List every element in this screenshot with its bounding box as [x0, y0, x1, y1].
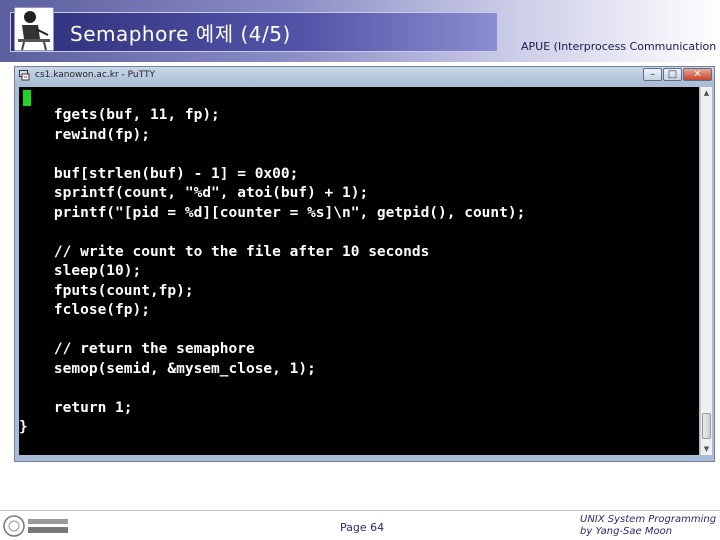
course-author: by Yang-Sae Moon	[580, 526, 673, 537]
scrollbar-thumb[interactable]	[702, 413, 711, 439]
code-line: // return the semaphore	[19, 341, 255, 357]
code-line: }	[19, 419, 28, 435]
code-line: buf[strlen(buf) - 1] = 0x00;	[19, 165, 299, 182]
code-line: rewind(fp);	[19, 126, 150, 143]
code-block: fgets(buf, 11, fp); rewind(fp); buf[strl…	[19, 106, 525, 438]
code-line: semop(semid, &mysem_close, 1);	[19, 360, 316, 377]
close-button[interactable]: ✕	[683, 68, 712, 81]
putty-icon	[19, 70, 30, 81]
code-line: sleep(10);	[19, 263, 142, 279]
page-number: Page 64	[340, 521, 385, 534]
code-line: fputs(count,fp);	[19, 282, 194, 299]
window-titlebar[interactable]: cs1.kanowon.ac.kr - PuTTY – □ ✕	[15, 67, 714, 85]
course-title: UNIX System Programming	[580, 514, 717, 525]
minimize-button[interactable]: –	[643, 68, 662, 81]
code-line: return 1;	[19, 399, 133, 416]
footer-divider	[0, 510, 720, 511]
putty-window: cs1.kanowon.ac.kr - PuTTY – □ ✕ fgets(bu…	[14, 66, 715, 462]
code-line: fgets(buf, 11, fp);	[19, 107, 220, 123]
section-subtitle: APUE (Interprocess Communication	[521, 40, 717, 53]
course-credit: UNIX System Programming by Yang-Sae Moon	[580, 514, 716, 538]
code-line: fclose(fp);	[19, 302, 150, 318]
maximize-button[interactable]: □	[663, 68, 682, 81]
window-title: cs1.kanowon.ac.kr - PuTTY	[35, 70, 155, 80]
page-title: Semaphore 예제 (4/5)	[70, 22, 291, 46]
code-line: sprintf(count, "%d", atoi(buf) + 1);	[19, 185, 369, 201]
code-line: printf("[pid = %d][counter = %s]\n", get…	[19, 204, 526, 221]
terminal-cursor	[23, 90, 31, 106]
university-logo	[3, 515, 68, 537]
terminal-scrollbar[interactable]: ▲ ▼	[700, 87, 712, 455]
scroll-down-arrow-icon[interactable]: ▼	[701, 443, 712, 455]
scroll-up-arrow-icon[interactable]: ▲	[701, 87, 712, 99]
terminal-area[interactable]: fgets(buf, 11, fp); rewind(fp); buf[strl…	[19, 87, 699, 455]
code-line: // write count to the file after 10 seco…	[19, 243, 430, 260]
person-at-desk-icon	[14, 7, 54, 51]
